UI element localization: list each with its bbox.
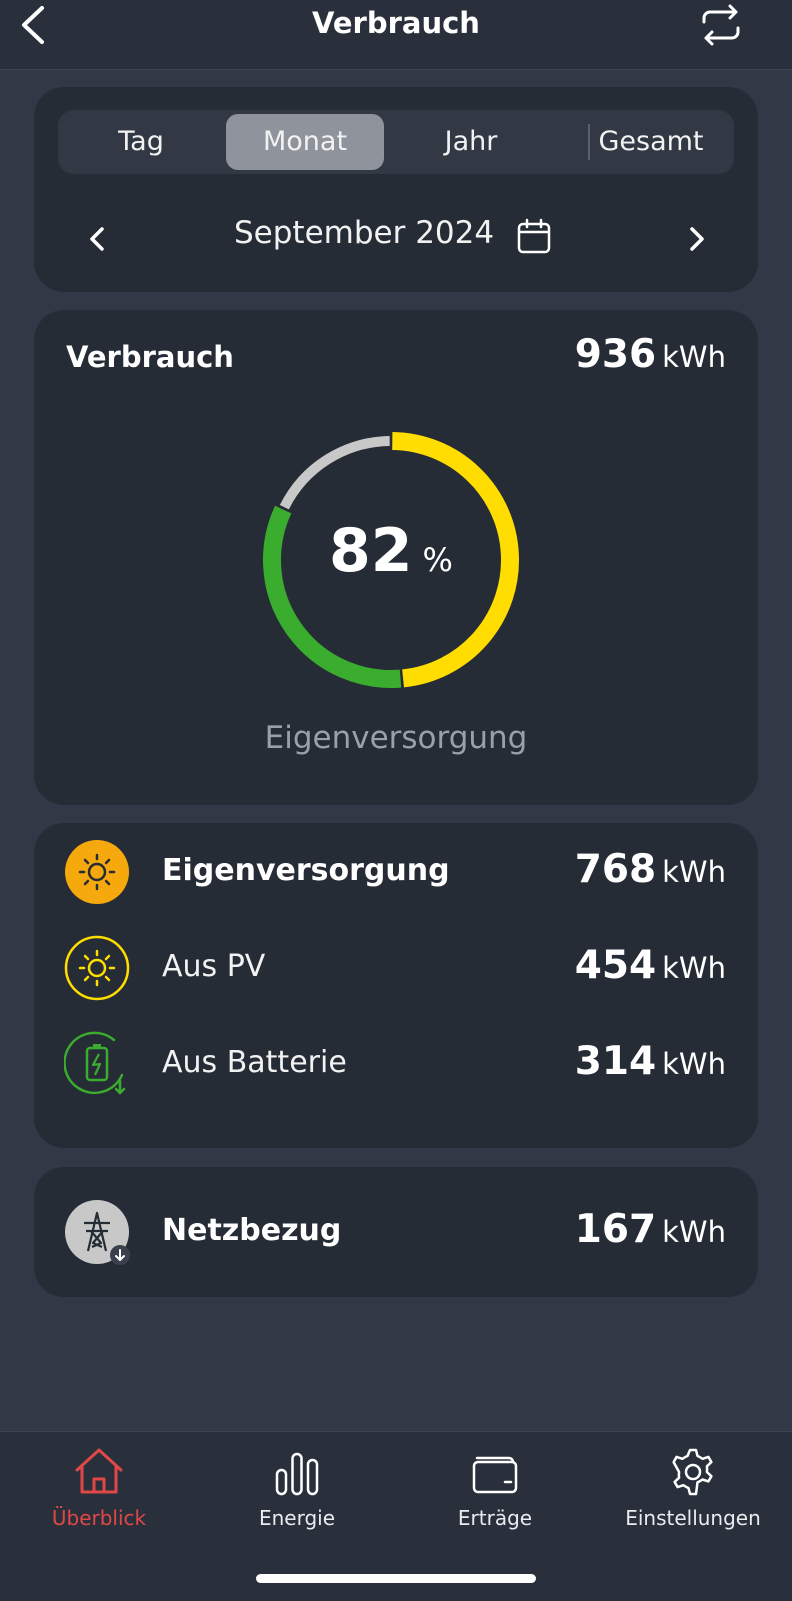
consumption-unit: kWh — [662, 340, 726, 374]
list-item-aus-batterie: Aus Batterie 314 kWh — [34, 1029, 758, 1099]
item-value: 314 kWh — [575, 1039, 726, 1084]
tab-tag[interactable]: Tag — [62, 110, 220, 174]
self-supply-percent: 82% — [256, 516, 526, 586]
breakdown-card: Eigenversorgung 768 kWh Aus PV 454 kWh A… — [34, 823, 758, 1148]
item-value-number: 167 — [574, 1207, 657, 1252]
list-item-eigenversorgung: Eigenversorgung 768 kWh — [34, 837, 758, 907]
nav-label: Überblick — [51, 1506, 147, 1530]
item-value-unit: kWh — [662, 855, 726, 889]
nav-item-ueberblick[interactable]: Überblick — [0, 1432, 198, 1552]
nav-label: Erträge — [457, 1506, 533, 1530]
item-value: 768 kWh — [575, 847, 726, 892]
item-value-number: 454 — [574, 943, 657, 988]
consumption-value: 936 — [574, 332, 657, 377]
period-selector-card: Tag Monat Jahr Gesamt September 2024 — [34, 87, 758, 292]
home-indicator[interactable] — [256, 1574, 536, 1583]
consumption-label: Verbrauch — [66, 340, 234, 374]
item-name: Aus Batterie — [162, 1045, 347, 1080]
grid-import-card: Netzbezug 167 kWh — [34, 1167, 758, 1297]
tab-monat[interactable]: Monat — [226, 114, 384, 170]
app-header: Verbrauch — [0, 0, 792, 70]
item-value: 167 kWh — [575, 1207, 726, 1252]
nav-item-ertraege[interactable]: Erträge — [396, 1432, 594, 1552]
next-period-icon[interactable] — [676, 217, 716, 261]
item-value-unit: kWh — [662, 951, 726, 985]
nav-item-einstellungen[interactable]: Einstellungen — [594, 1432, 792, 1552]
item-value-number: 768 — [574, 847, 657, 892]
consumption-total: 936 kWh — [575, 332, 726, 377]
page-title: Verbrauch — [312, 6, 480, 40]
item-name: Eigenversorgung — [162, 853, 450, 888]
previous-period-icon[interactable] — [78, 217, 118, 261]
self-supply-ring: 82% — [256, 425, 526, 695]
sun-filled-icon — [65, 840, 129, 904]
item-name: Netzbezug — [162, 1213, 342, 1248]
nav-label: Energie — [258, 1506, 336, 1530]
battery-icon — [64, 1031, 126, 1095]
nav-label: Einstellungen — [625, 1506, 761, 1530]
tab-jahr[interactable]: Jahr — [392, 110, 550, 174]
period-segmented-control: Tag Monat Jahr Gesamt — [58, 110, 734, 174]
item-value-number: 314 — [574, 1039, 657, 1084]
calendar-icon[interactable] — [514, 216, 554, 258]
list-item-aus-pv: Aus PV 454 kWh — [34, 933, 758, 1003]
item-value: 454 kWh — [575, 943, 726, 988]
item-value-unit: kWh — [662, 1047, 726, 1081]
ring-segment-netzbezug — [279, 436, 390, 510]
bar-chart-icon — [275, 1452, 319, 1496]
list-item-netzbezug: Netzbezug 167 kWh — [34, 1197, 758, 1267]
wallet-icon — [472, 1456, 518, 1494]
item-name: Aus PV — [162, 949, 266, 984]
home-icon — [75, 1448, 123, 1494]
self-supply-percent-unit: % — [422, 541, 453, 579]
tab-gesamt[interactable]: Gesamt — [572, 110, 730, 174]
current-period-label[interactable]: September 2024 — [234, 215, 494, 251]
ring-caption: Eigenversorgung — [264, 720, 528, 756]
power-tower-icon — [65, 1200, 130, 1265]
swap-arrows-icon[interactable] — [696, 2, 746, 48]
gear-icon — [672, 1448, 713, 1496]
consumption-card: Verbrauch 936 kWh 82% Eigenversorgung — [34, 310, 758, 805]
self-supply-percent-value: 82 — [329, 516, 413, 586]
sun-outline-icon — [64, 935, 130, 1001]
item-value-unit: kWh — [662, 1215, 726, 1249]
nav-item-energie[interactable]: Energie — [198, 1432, 396, 1552]
